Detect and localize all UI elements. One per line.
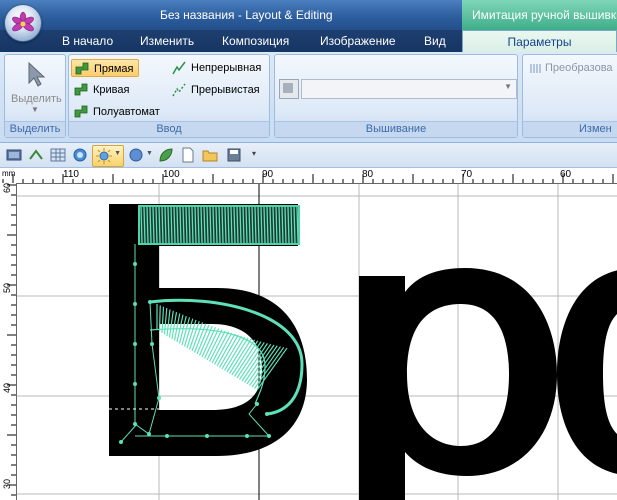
ribbon: Выделить ▼ Выделить Прямая Кривая Полуав… — [0, 52, 617, 143]
cursor-arrow-icon — [28, 61, 46, 87]
sun-icon — [96, 148, 112, 164]
continuous-line-icon — [172, 61, 186, 75]
dashed-line-icon — [172, 83, 186, 97]
ruler-label: 30 — [2, 478, 12, 489]
context-tab-header: Имитация ручной вышивки — [462, 0, 617, 30]
embroidery-group-label: Вышивание — [275, 121, 517, 137]
horizontal-ruler: mm 110 100 90 80 70 60 — [0, 168, 617, 184]
application-menu-button[interactable] — [4, 4, 42, 42]
semi-auto-button[interactable]: Полуавтомат — [71, 103, 167, 121]
chevron-down-icon: ▼ — [31, 105, 39, 114]
customize-toolbar-icon[interactable]: ▾ — [252, 149, 256, 158]
tab-composition[interactable]: Композиция — [222, 34, 289, 48]
tab-image[interactable]: Изображение — [320, 34, 396, 48]
transform-label: Преобразова — [545, 62, 613, 74]
ruler-label: 80 — [362, 169, 374, 180]
semi-auto-label: Полуавтомат — [93, 106, 160, 118]
flower-logo-icon — [12, 11, 34, 32]
dashed-button[interactable]: Прерывистая — [169, 81, 269, 99]
curve-stitch-icon — [74, 83, 88, 96]
save-icon[interactable] — [226, 147, 242, 163]
ruler-unit-label: mm — [2, 169, 16, 178]
design-drawing[interactable] — [17, 184, 617, 500]
grid-icon[interactable] — [50, 147, 66, 163]
window-title: Без названия - Layout & Editing — [160, 8, 333, 22]
straight-button[interactable]: Прямая — [71, 59, 139, 77]
horizontal-ruler-ticks — [2, 174, 614, 183]
design-canvas[interactable] — [17, 184, 617, 500]
continuous-button[interactable]: Непрерывная — [169, 59, 269, 77]
stitch-type-icon[interactable] — [279, 79, 299, 99]
ruler-label: 110 — [63, 169, 79, 180]
transform-group: Преобразова Измен — [522, 54, 617, 138]
ruler-label: 50 — [2, 282, 12, 293]
chevron-down-icon: ▼ — [504, 82, 512, 91]
letter-o-glyph — [557, 270, 617, 474]
chevron-down-icon[interactable]: ▼ — [146, 150, 153, 157]
stitch-top-bar — [138, 205, 300, 245]
ruler-label: 60 — [560, 169, 572, 180]
continuous-label: Непрерывная — [191, 62, 262, 74]
design-view-icon[interactable] — [6, 147, 22, 163]
ruler-label: 40 — [2, 382, 12, 393]
vertical-ruler: 60 50 40 30 — [0, 183, 17, 500]
semi-auto-stitch-icon — [74, 105, 88, 118]
globe-icon[interactable] — [128, 147, 144, 163]
tab-home[interactable]: В начало — [62, 34, 113, 48]
input-group-label: Ввод — [69, 121, 269, 137]
stitch-arrow-icon[interactable] — [28, 147, 44, 163]
vertical-ruler-ticks — [7, 184, 16, 496]
straight-stitch-icon — [75, 62, 89, 75]
straight-label: Прямая — [94, 63, 134, 75]
input-group: Прямая Кривая Полуавтомат Непрерывная Пр… — [68, 54, 270, 138]
ruler-label: 90 — [262, 169, 274, 180]
embroidery-group: ▼ Вышивание — [274, 54, 518, 138]
ruler-label: 70 — [461, 169, 473, 180]
transform-stitches-icon — [530, 64, 541, 73]
tab-parameters[interactable]: Параметры — [462, 30, 617, 53]
curve-button[interactable]: Кривая — [71, 81, 139, 99]
quick-access-toolbar: ▼ ▼ ▾ — [0, 143, 617, 168]
stitch-type-dropdown[interactable]: ▼ — [301, 79, 517, 99]
tab-view[interactable]: Вид — [424, 34, 446, 48]
curve-label: Кривая — [93, 84, 130, 96]
ruler-label: 100 — [163, 169, 180, 180]
ruler-label: 60 — [2, 182, 12, 193]
select-group-label: Выделить — [5, 121, 65, 137]
new-document-icon[interactable] — [180, 147, 196, 163]
hoop-icon[interactable] — [72, 147, 88, 163]
leaf-tool-icon[interactable] — [158, 147, 174, 163]
chevron-down-icon: ▼ — [114, 150, 121, 157]
select-group: Выделить ▼ Выделить — [4, 54, 66, 138]
tab-edit[interactable]: Изменить — [140, 34, 194, 48]
open-folder-icon[interactable] — [202, 147, 218, 163]
dashed-label: Прерывистая — [191, 84, 260, 96]
transform-group-label: Измен — [523, 121, 617, 137]
sun-toggle-button[interactable]: ▼ — [92, 145, 124, 167]
transform-button[interactable]: Преобразова — [527, 59, 617, 77]
select-button-label: Выделить — [11, 93, 62, 105]
